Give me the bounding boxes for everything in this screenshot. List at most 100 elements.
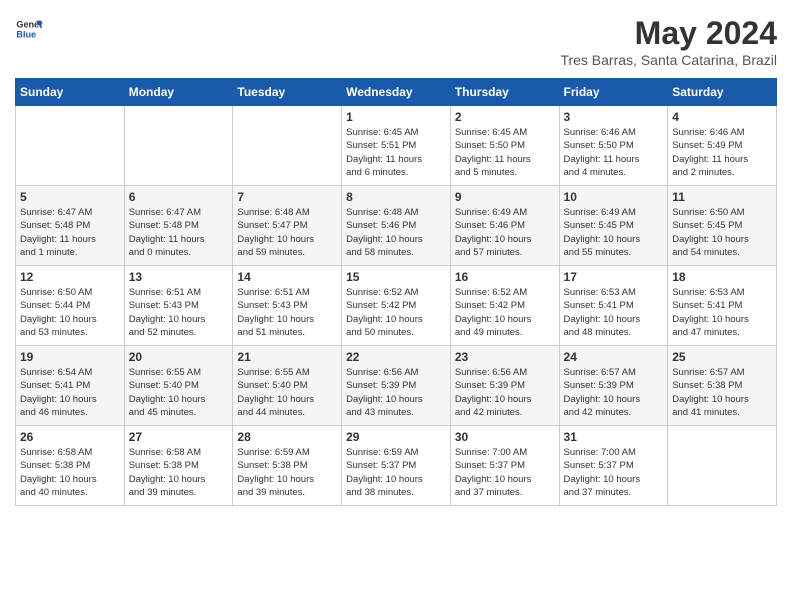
day-cell-1: 1Sunrise: 6:45 AM Sunset: 5:51 PM Daylig… — [342, 106, 451, 186]
day-number: 9 — [455, 190, 555, 204]
day-info: Sunrise: 6:47 AM Sunset: 5:48 PM Dayligh… — [129, 206, 229, 259]
week-row-2: 12 Sunrise: 6:50 AM Sunset: 5:44 PM Dayli… — [16, 266, 777, 346]
header-row: SundayMondayTuesdayWednesdayThursdayFrid… — [16, 79, 777, 106]
day-number: 19 — [20, 350, 120, 364]
day-cell-22: 22 Sunrise: 6:56 AM Sunset: 5:39 PM Dayli… — [342, 346, 451, 426]
day-info: Sunrise: 6:51 AM Sunset: 5:43 PM Dayligh… — [237, 286, 337, 339]
day-cell-5: 5 Sunrise: 6:47 AM Sunset: 5:48 PM Daylig… — [16, 186, 125, 266]
day-number: 31 — [564, 430, 664, 444]
day-cell-24: 24Sunrise: 6:57 AM Sunset: 5:39 PM Dayli… — [559, 346, 668, 426]
day-info: Sunrise: 6:53 AM Sunset: 5:41 PM Dayligh… — [672, 286, 772, 339]
week-row-3: 19Sunrise: 6:54 AM Sunset: 5:41 PM Dayli… — [16, 346, 777, 426]
logo-icon: General Blue — [15, 15, 43, 43]
day-cell-7: 7 Sunrise: 6:48 AM Sunset: 5:47 PM Daylig… — [233, 186, 342, 266]
day-number: 24 — [564, 350, 664, 364]
day-info: Sunrise: 6:45 AM Sunset: 5:50 PM Dayligh… — [455, 126, 555, 179]
month-title: May 2024 — [560, 15, 777, 52]
day-info: Sunrise: 6:57 AM Sunset: 5:38 PM Dayligh… — [672, 366, 772, 419]
day-info: Sunrise: 7:00 AM Sunset: 5:37 PM Dayligh… — [564, 446, 664, 499]
day-info: Sunrise: 6:46 AM Sunset: 5:49 PM Dayligh… — [672, 126, 772, 179]
day-info: Sunrise: 6:58 AM Sunset: 5:38 PM Dayligh… — [129, 446, 229, 499]
day-cell-4: 4 Sunrise: 6:46 AM Sunset: 5:49 PM Daylig… — [668, 106, 777, 186]
day-cell-2: 2 Sunrise: 6:45 AM Sunset: 5:50 PM Daylig… — [450, 106, 559, 186]
empty-cell — [124, 106, 233, 186]
title-area: May 2024 Tres Barras, Santa Catarina, Br… — [560, 15, 777, 68]
day-cell-25: 25Sunrise: 6:57 AM Sunset: 5:38 PM Dayli… — [668, 346, 777, 426]
svg-text:Blue: Blue — [16, 29, 36, 39]
week-row-1: 5 Sunrise: 6:47 AM Sunset: 5:48 PM Daylig… — [16, 186, 777, 266]
day-cell-16: 16Sunrise: 6:52 AM Sunset: 5:42 PM Dayli… — [450, 266, 559, 346]
day-number: 17 — [564, 270, 664, 284]
day-number: 5 — [20, 190, 120, 204]
day-number: 12 — [20, 270, 120, 284]
day-number: 2 — [455, 110, 555, 124]
day-cell-31: 31 Sunrise: 7:00 AM Sunset: 5:37 PM Dayli… — [559, 426, 668, 506]
day-cell-6: 6 Sunrise: 6:47 AM Sunset: 5:48 PM Daylig… — [124, 186, 233, 266]
day-cell-8: 8Sunrise: 6:48 AM Sunset: 5:46 PM Daylig… — [342, 186, 451, 266]
day-number: 23 — [455, 350, 555, 364]
empty-cell — [668, 426, 777, 506]
day-cell-23: 23Sunrise: 6:56 AM Sunset: 5:39 PM Dayli… — [450, 346, 559, 426]
day-cell-9: 9 Sunrise: 6:49 AM Sunset: 5:46 PM Daylig… — [450, 186, 559, 266]
day-number: 4 — [672, 110, 772, 124]
day-cell-12: 12 Sunrise: 6:50 AM Sunset: 5:44 PM Dayli… — [16, 266, 125, 346]
day-number: 7 — [237, 190, 337, 204]
day-number: 28 — [237, 430, 337, 444]
day-number: 6 — [129, 190, 229, 204]
day-info: Sunrise: 6:49 AM Sunset: 5:45 PM Dayligh… — [564, 206, 664, 259]
day-number: 27 — [129, 430, 229, 444]
day-number: 3 — [564, 110, 664, 124]
location-title: Tres Barras, Santa Catarina, Brazil — [560, 52, 777, 68]
day-cell-11: 11 Sunrise: 6:50 AM Sunset: 5:45 PM Dayli… — [668, 186, 777, 266]
day-number: 20 — [129, 350, 229, 364]
day-cell-17: 17Sunrise: 6:53 AM Sunset: 5:41 PM Dayli… — [559, 266, 668, 346]
day-info: Sunrise: 6:58 AM Sunset: 5:38 PM Dayligh… — [20, 446, 120, 499]
day-number: 8 — [346, 190, 446, 204]
calendar-table: SundayMondayTuesdayWednesdayThursdayFrid… — [15, 78, 777, 506]
day-info: Sunrise: 7:00 AM Sunset: 5:37 PM Dayligh… — [455, 446, 555, 499]
day-info: Sunrise: 6:48 AM Sunset: 5:47 PM Dayligh… — [237, 206, 337, 259]
header-cell-sunday: Sunday — [16, 79, 125, 106]
day-number: 10 — [564, 190, 664, 204]
day-cell-26: 26 Sunrise: 6:58 AM Sunset: 5:38 PM Dayli… — [16, 426, 125, 506]
day-info: Sunrise: 6:47 AM Sunset: 5:48 PM Dayligh… — [20, 206, 120, 259]
day-number: 11 — [672, 190, 772, 204]
day-cell-28: 28Sunrise: 6:59 AM Sunset: 5:38 PM Dayli… — [233, 426, 342, 506]
day-info: Sunrise: 6:45 AM Sunset: 5:51 PM Dayligh… — [346, 126, 446, 179]
week-row-0: 1Sunrise: 6:45 AM Sunset: 5:51 PM Daylig… — [16, 106, 777, 186]
day-info: Sunrise: 6:46 AM Sunset: 5:50 PM Dayligh… — [564, 126, 664, 179]
day-cell-21: 21 Sunrise: 6:55 AM Sunset: 5:40 PM Dayli… — [233, 346, 342, 426]
header-cell-friday: Friday — [559, 79, 668, 106]
day-number: 13 — [129, 270, 229, 284]
day-number: 14 — [237, 270, 337, 284]
day-cell-15: 15Sunrise: 6:52 AM Sunset: 5:42 PM Dayli… — [342, 266, 451, 346]
day-number: 22 — [346, 350, 446, 364]
day-info: Sunrise: 6:49 AM Sunset: 5:46 PM Dayligh… — [455, 206, 555, 259]
header-cell-wednesday: Wednesday — [342, 79, 451, 106]
header-cell-tuesday: Tuesday — [233, 79, 342, 106]
day-cell-30: 30 Sunrise: 7:00 AM Sunset: 5:37 PM Dayli… — [450, 426, 559, 506]
day-cell-20: 20 Sunrise: 6:55 AM Sunset: 5:40 PM Dayli… — [124, 346, 233, 426]
day-number: 16 — [455, 270, 555, 284]
day-cell-3: 3 Sunrise: 6:46 AM Sunset: 5:50 PM Daylig… — [559, 106, 668, 186]
day-cell-19: 19Sunrise: 6:54 AM Sunset: 5:41 PM Dayli… — [16, 346, 125, 426]
day-cell-10: 10 Sunrise: 6:49 AM Sunset: 5:45 PM Dayli… — [559, 186, 668, 266]
day-info: Sunrise: 6:55 AM Sunset: 5:40 PM Dayligh… — [129, 366, 229, 419]
day-cell-14: 14 Sunrise: 6:51 AM Sunset: 5:43 PM Dayli… — [233, 266, 342, 346]
header-cell-monday: Monday — [124, 79, 233, 106]
day-info: Sunrise: 6:52 AM Sunset: 5:42 PM Dayligh… — [346, 286, 446, 339]
day-number: 30 — [455, 430, 555, 444]
day-number: 26 — [20, 430, 120, 444]
day-cell-27: 27 Sunrise: 6:58 AM Sunset: 5:38 PM Dayli… — [124, 426, 233, 506]
header-cell-thursday: Thursday — [450, 79, 559, 106]
day-info: Sunrise: 6:50 AM Sunset: 5:44 PM Dayligh… — [20, 286, 120, 339]
day-info: Sunrise: 6:56 AM Sunset: 5:39 PM Dayligh… — [346, 366, 446, 419]
day-number: 29 — [346, 430, 446, 444]
day-info: Sunrise: 6:50 AM Sunset: 5:45 PM Dayligh… — [672, 206, 772, 259]
day-cell-29: 29Sunrise: 6:59 AM Sunset: 5:37 PM Dayli… — [342, 426, 451, 506]
empty-cell — [16, 106, 125, 186]
header-cell-saturday: Saturday — [668, 79, 777, 106]
day-info: Sunrise: 6:51 AM Sunset: 5:43 PM Dayligh… — [129, 286, 229, 339]
day-info: Sunrise: 6:55 AM Sunset: 5:40 PM Dayligh… — [237, 366, 337, 419]
day-number: 21 — [237, 350, 337, 364]
